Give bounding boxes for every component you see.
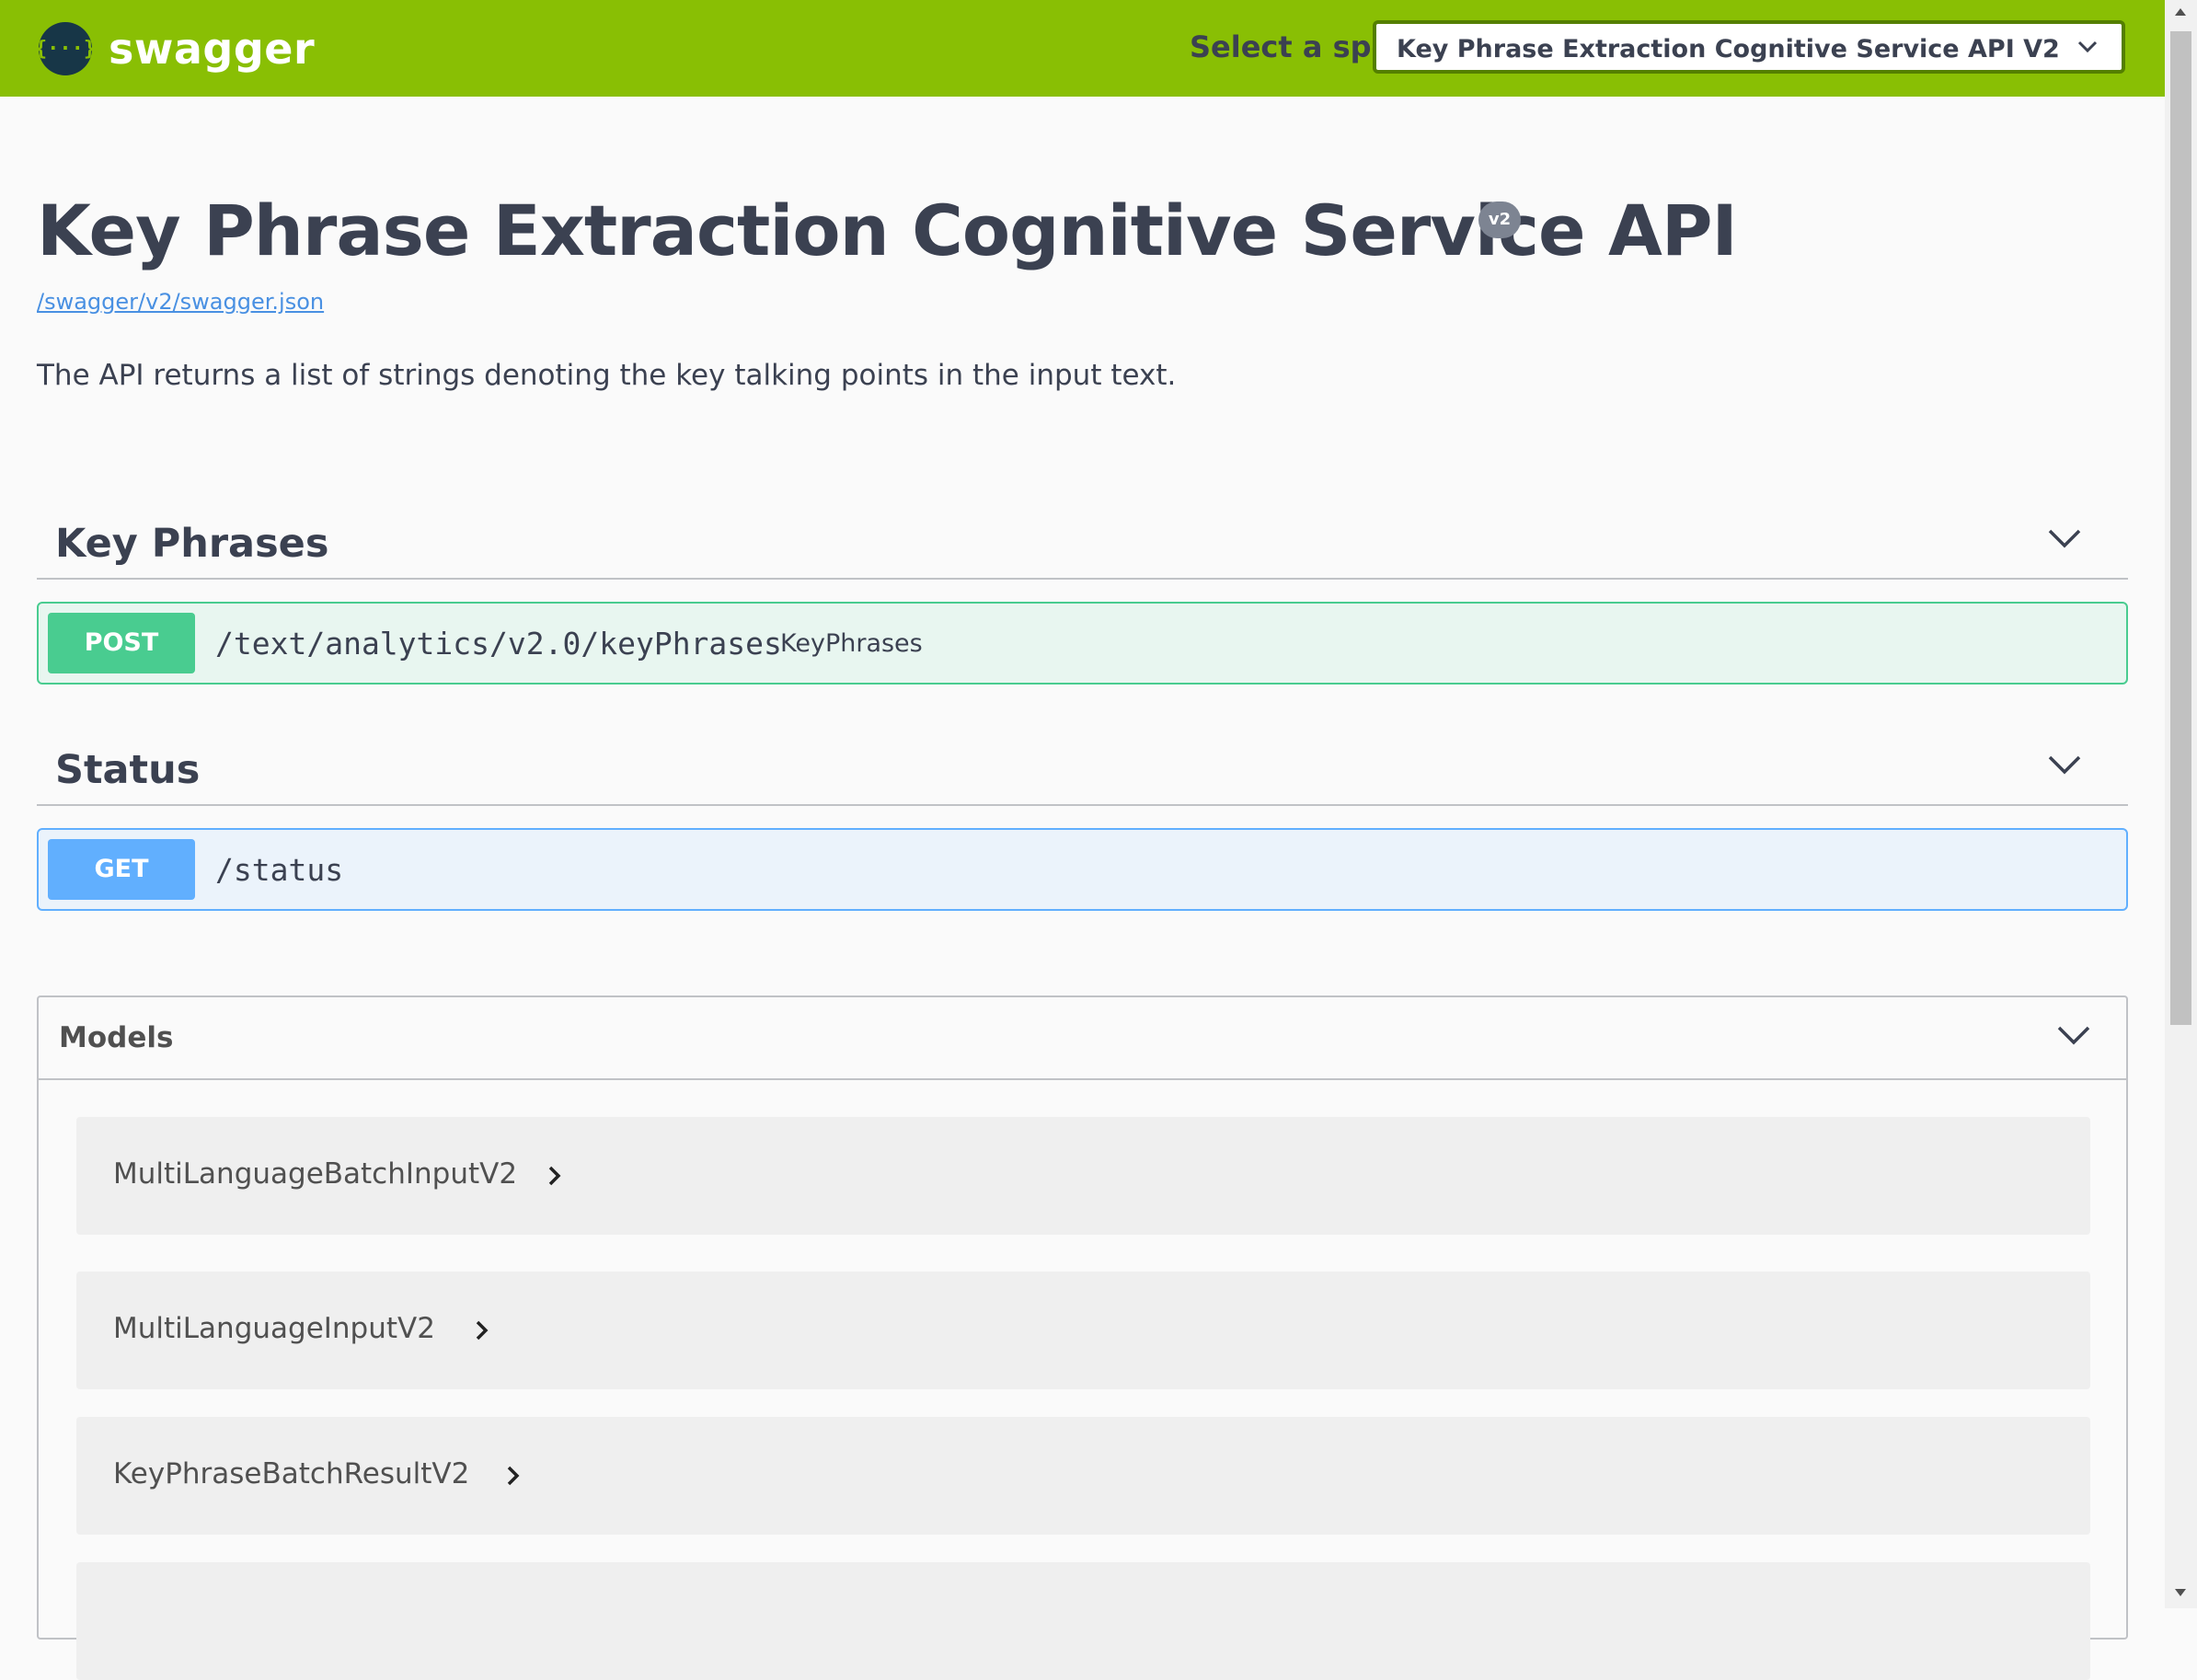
chevron-down-icon[interactable] — [2047, 754, 2082, 777]
operation-path: /text/analytics/v2.0/keyPhrases — [215, 626, 782, 662]
model-item[interactable]: KeyPhraseBatchResultV2 — [76, 1417, 2090, 1535]
models-title: Models — [59, 1021, 174, 1054]
method-badge: POST — [48, 613, 195, 673]
scroll-down-arrow-icon[interactable] — [2174, 1588, 2187, 1597]
operation-get-status[interactable]: GET /status — [37, 828, 2128, 911]
chevron-right-icon[interactable] — [547, 1165, 562, 1187]
tag-name: Status — [55, 747, 201, 793]
operation-path: /status — [215, 852, 344, 888]
model-item[interactable] — [76, 1562, 2090, 1680]
method-badge: GET — [48, 839, 195, 900]
tag-key-phrases[interactable]: Key Phrases — [37, 504, 2128, 580]
models-header[interactable]: Models — [39, 997, 2126, 1080]
model-name: KeyPhraseBatchResultV2 — [113, 1457, 470, 1490]
chevron-down-icon — [2077, 40, 2098, 53]
operation-summary: KeyPhrases — [780, 629, 923, 658]
version-badge: v2 — [1478, 201, 1521, 238]
operation-post-keyphrases[interactable]: POST /text/analytics/v2.0/keyPhrases Key… — [37, 602, 2128, 685]
model-item[interactable]: MultiLanguageBatchInputV2 — [76, 1117, 2090, 1235]
chevron-down-icon[interactable] — [2056, 1025, 2091, 1047]
brand-name: swagger — [109, 24, 316, 74]
tag-status[interactable]: Status — [37, 731, 2128, 806]
spec-url-link[interactable]: /swagger/v2/swagger.json — [37, 289, 324, 315]
tag-name: Key Phrases — [55, 521, 329, 567]
spec-select[interactable]: Key Phrase Extraction Cognitive Service … — [1373, 20, 2125, 74]
chevron-down-icon[interactable] — [2047, 528, 2082, 550]
spec-select-value: Key Phrase Extraction Cognitive Service … — [1397, 35, 2060, 63]
chevron-right-icon[interactable] — [506, 1465, 521, 1487]
model-item[interactable]: MultiLanguageInputV2 — [76, 1272, 2090, 1389]
model-name: MultiLanguageBatchInputV2 — [113, 1157, 518, 1191]
page-scrollbar[interactable] — [2165, 0, 2197, 1608]
scrollbar-thumb[interactable] — [2170, 31, 2191, 1025]
swagger-logo[interactable]: {···} swagger — [35, 22, 316, 75]
models-section: Models MultiLanguageBatchInputV2 MultiLa… — [37, 995, 2128, 1680]
topbar: {···} swagger Select a spec Key Phrase E… — [0, 0, 2165, 97]
model-name: MultiLanguageInputV2 — [113, 1312, 435, 1345]
chevron-right-icon[interactable] — [475, 1319, 489, 1341]
api-description: The API returns a list of strings denoti… — [37, 359, 1177, 392]
swagger-logo-icon: {···} — [35, 22, 96, 75]
scroll-up-arrow-icon[interactable] — [2174, 7, 2187, 17]
